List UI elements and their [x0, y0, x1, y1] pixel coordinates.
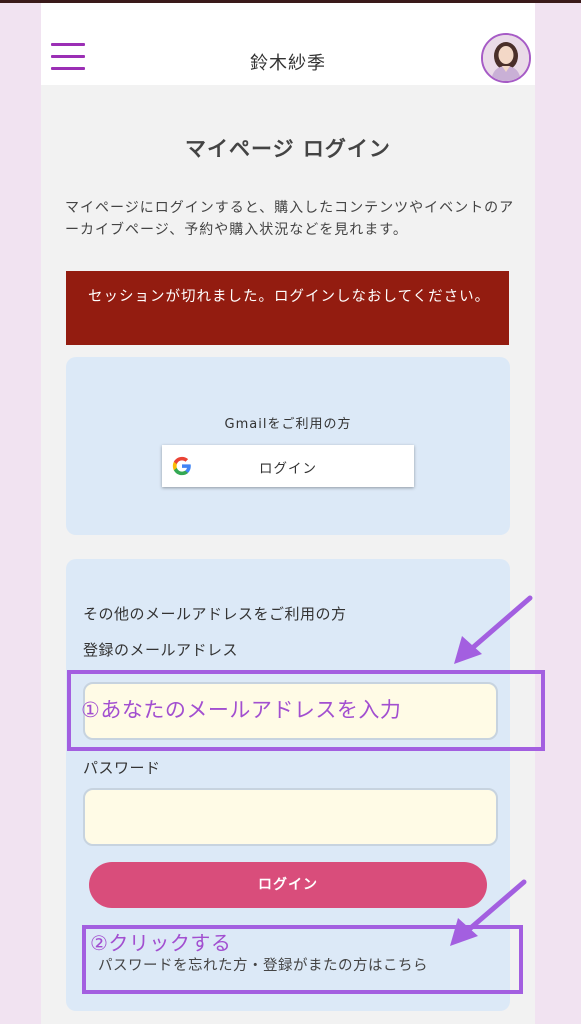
page-title: マイページ ログイン: [185, 137, 391, 161]
login-button[interactable]: ログイン: [89, 862, 487, 908]
site-header: 鈴木紗季: [41, 3, 535, 85]
email-login-caption: その他のメールアドレスをご利用の方: [83, 605, 347, 623]
avatar-photo-icon: [483, 35, 529, 81]
email-label: 登録のメールアドレス: [83, 641, 239, 659]
password-input[interactable]: [83, 788, 498, 846]
email-login-card: その他のメールアドレスをご利用の方 登録のメールアドレス ①あなたのメールアドレ…: [66, 559, 510, 1011]
intro-text: マイページにログインすると、購入したコンテンツやイベントのアーカイブページ、予約…: [65, 200, 515, 238]
annotation-step2: ②クリックする: [90, 931, 232, 955]
site-title[interactable]: 鈴木紗季: [41, 49, 535, 75]
mypage-container: 鈴木紗季 マイページ ログイン マイページにログインすると、購入したコンテンツや…: [41, 3, 535, 1024]
password-label: パスワード: [83, 759, 161, 777]
gmail-caption: Gmailをご利用の方: [224, 417, 352, 432]
google-login-label: ログイン: [259, 461, 317, 477]
email-input[interactable]: [83, 682, 498, 740]
google-login-button[interactable]: ログイン: [162, 445, 414, 487]
forgot-password-link[interactable]: パスワードを忘れた方・登録がまたの方はこちら: [98, 954, 428, 975]
session-expired-alert: セッションが切れました。ログインしなおしてください。: [66, 271, 509, 345]
avatar[interactable]: [481, 33, 531, 83]
gmail-login-card: Gmailをご利用の方 ログイン: [66, 357, 510, 535]
